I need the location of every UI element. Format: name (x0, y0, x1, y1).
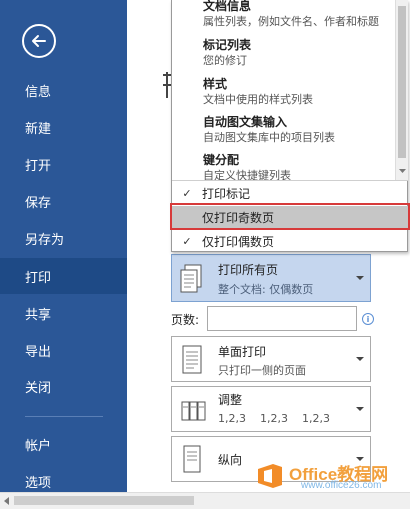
checkmark-icon: ✓ (182, 186, 192, 200)
popup-scroll-thumb[interactable] (398, 6, 406, 158)
chevron-down-icon (356, 276, 364, 280)
pages-label: 页数: (171, 313, 200, 327)
sidebar-item-close[interactable]: 关闭 (0, 368, 127, 404)
word-print-backstage: 信息 新建 打开 保存 另存为 打印 共享 导出 关闭 帐户 选项 打印所有页 … (0, 0, 410, 509)
watermark: Office教程网 www.office26.com (255, 460, 405, 492)
horizontal-scroll-thumb[interactable] (14, 496, 194, 505)
sidebar-item-save-as[interactable]: 另存为 (0, 220, 127, 256)
arrow-left-icon (32, 35, 46, 47)
popup-divider (172, 180, 408, 181)
info-icon[interactable]: i (362, 313, 374, 325)
single-page-icon (182, 345, 202, 374)
back-button[interactable] (22, 24, 56, 58)
collate-subtext: 1,2,3 1,2,3 1,2,3 (218, 412, 330, 425)
chevron-down-icon (356, 357, 364, 361)
popup-document-props-list: 文档信息 属性列表，例如文件名、作者和标题 标记列表 您的修订 样式 文档中使用… (172, 0, 396, 180)
popup-entry-doc-info[interactable]: 文档信息 属性列表，例如文件名、作者和标题 (203, 0, 379, 30)
chevron-down-icon (356, 407, 364, 411)
portrait-page-icon (183, 445, 201, 473)
sidebar-item-account[interactable]: 帐户 (0, 426, 127, 462)
pages-icon (180, 264, 202, 293)
sidebar-item-open[interactable]: 打开 (0, 146, 127, 182)
sidebar-item-info[interactable]: 信息 (0, 72, 127, 108)
highlight-frame (170, 203, 410, 230)
sides-subtext: 只打印一侧的页面 (218, 364, 306, 377)
backstage-sidebar: 信息 新建 打开 保存 另存为 打印 共享 导出 关闭 帐户 选项 (0, 0, 127, 492)
print-range-subtext: 整个文档: 仅偶数页 (218, 283, 314, 296)
print-range-dropdown[interactable]: 打印所有页 整个文档: 仅偶数页 (171, 254, 371, 302)
sides-label: 单面打印 (218, 345, 267, 359)
sidebar-item-new[interactable]: 新建 (0, 109, 127, 145)
print-range-label: 打印所有页 (218, 263, 279, 277)
sidebar-item-save[interactable]: 保存 (0, 183, 127, 219)
orientation-label: 纵向 (218, 453, 243, 467)
sides-dropdown[interactable]: 单面打印 只打印一侧的页面 (171, 336, 371, 382)
sidebar-item-export[interactable]: 导出 (0, 332, 127, 368)
collate-dropdown[interactable]: 调整 1,2,3 1,2,3 1,2,3 (171, 386, 371, 432)
collate-label: 调整 (218, 393, 243, 407)
popup-entry-autotext[interactable]: 自动图文集输入 自动图文集库中的项目列表 (203, 114, 335, 146)
office-logo-icon (258, 464, 282, 488)
popup-entry-key-assignments[interactable]: 键分配 自定义快捷键列表 (203, 152, 291, 180)
pages-input[interactable] (207, 306, 357, 331)
popup-option-print-markup[interactable]: ✓ 打印标记 (172, 182, 408, 204)
sidebar-item-print[interactable]: 打印 (0, 258, 127, 294)
print-range-popup: 文档信息 属性列表，例如文件名、作者和标题 标记列表 您的修订 样式 文档中使用… (170, 0, 410, 252)
sidebar-divider (25, 416, 103, 417)
popup-option-even-pages[interactable]: ✓ 仅打印偶数页 (172, 230, 408, 252)
sidebar-item-share[interactable]: 共享 (0, 295, 127, 331)
popup-scrollbar[interactable] (395, 0, 408, 180)
horizontal-scrollbar[interactable] (0, 492, 410, 509)
popup-entry-styles[interactable]: 样式 文档中使用的样式列表 (203, 76, 313, 108)
collate-icon (181, 401, 206, 421)
popup-entry-markup-list[interactable]: 标记列表 您的修订 (203, 37, 251, 69)
checkmark-icon: ✓ (182, 234, 192, 248)
scroll-down-arrow-icon[interactable] (396, 164, 409, 178)
watermark-url: www.office26.com (301, 480, 382, 491)
scroll-left-arrow-icon[interactable] (3, 497, 9, 505)
